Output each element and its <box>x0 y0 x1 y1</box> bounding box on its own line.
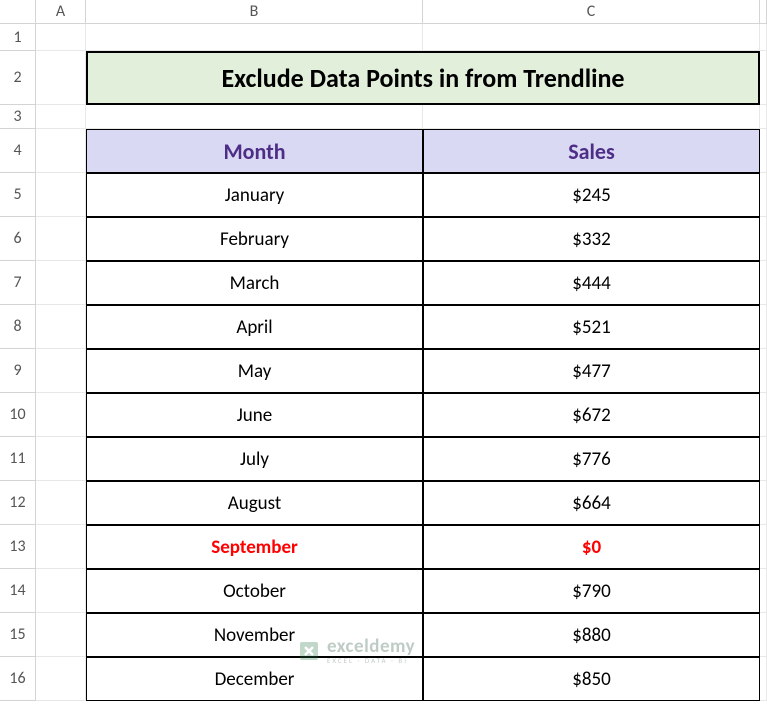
cell-d7[interactable] <box>760 261 767 305</box>
cell-d4[interactable] <box>760 129 767 173</box>
col-header-extra[interactable] <box>760 0 767 24</box>
cell-a3[interactable] <box>36 105 86 129</box>
cell-month-4[interactable]: May <box>86 349 423 393</box>
header-month[interactable]: Month <box>86 129 423 173</box>
cell-month-6[interactable]: July <box>86 437 423 481</box>
cell-sales-7[interactable]: $664 <box>423 481 760 525</box>
cell-d10[interactable] <box>760 393 767 437</box>
cell-a12[interactable] <box>36 481 86 525</box>
row-header-13[interactable]: 13 <box>0 525 36 569</box>
cell-d5[interactable] <box>760 173 767 217</box>
cell-d11[interactable] <box>760 437 767 481</box>
col-header-a[interactable]: A <box>36 0 86 24</box>
cell-sales-3[interactable]: $521 <box>423 305 760 349</box>
cell-month-1[interactable]: February <box>86 217 423 261</box>
title-cell[interactable]: Exclude Data Points in from Trendline <box>86 51 760 105</box>
cell-a8[interactable] <box>36 305 86 349</box>
cell-sales-6[interactable]: $776 <box>423 437 760 481</box>
cell-sales-5[interactable]: $672 <box>423 393 760 437</box>
row-header-16[interactable]: 16 <box>0 657 36 701</box>
cell-c1[interactable] <box>423 24 760 51</box>
cell-b1[interactable] <box>86 24 423 51</box>
row-header-1[interactable]: 1 <box>0 24 36 51</box>
row-header-4[interactable]: 4 <box>0 129 36 173</box>
cell-d8[interactable] <box>760 305 767 349</box>
cell-d15[interactable] <box>760 613 767 657</box>
cell-a16[interactable] <box>36 657 86 701</box>
row-header-14[interactable]: 14 <box>0 569 36 613</box>
cell-d6[interactable] <box>760 217 767 261</box>
row-header-2[interactable]: 2 <box>0 51 36 105</box>
cell-a6[interactable] <box>36 217 86 261</box>
cell-d14[interactable] <box>760 569 767 613</box>
cell-c3[interactable] <box>423 105 760 129</box>
cell-a7[interactable] <box>36 261 86 305</box>
cell-a4[interactable] <box>36 129 86 173</box>
cell-month-0[interactable]: January <box>86 173 423 217</box>
col-header-b[interactable]: B <box>86 0 423 24</box>
cell-a10[interactable] <box>36 393 86 437</box>
cell-d2[interactable] <box>760 51 767 105</box>
cell-d1[interactable] <box>760 24 767 51</box>
cell-sales-10[interactable]: $880 <box>423 613 760 657</box>
row-header-5[interactable]: 5 <box>0 173 36 217</box>
cell-month-2[interactable]: March <box>86 261 423 305</box>
cell-sales-8[interactable]: $0 <box>423 525 760 569</box>
cell-sales-2[interactable]: $444 <box>423 261 760 305</box>
cell-sales-1[interactable]: $332 <box>423 217 760 261</box>
cell-a2[interactable] <box>36 51 86 105</box>
cell-sales-9[interactable]: $790 <box>423 569 760 613</box>
header-sales[interactable]: Sales <box>423 129 760 173</box>
row-header-10[interactable]: 10 <box>0 393 36 437</box>
spreadsheet-grid: A B C 1 2 Exclude Data Points in from Tr… <box>0 0 767 701</box>
cell-sales-11[interactable]: $850 <box>423 657 760 701</box>
cell-b3[interactable] <box>86 105 423 129</box>
cell-month-3[interactable]: April <box>86 305 423 349</box>
cell-month-11[interactable]: December <box>86 657 423 701</box>
row-header-7[interactable]: 7 <box>0 261 36 305</box>
cell-a13[interactable] <box>36 525 86 569</box>
select-all-corner[interactable] <box>0 0 36 24</box>
row-header-11[interactable]: 11 <box>0 437 36 481</box>
cell-d16[interactable] <box>760 657 767 701</box>
cell-a5[interactable] <box>36 173 86 217</box>
cell-sales-4[interactable]: $477 <box>423 349 760 393</box>
row-header-9[interactable]: 9 <box>0 349 36 393</box>
row-header-6[interactable]: 6 <box>0 217 36 261</box>
cell-d9[interactable] <box>760 349 767 393</box>
cell-month-8[interactable]: September <box>86 525 423 569</box>
cell-a1[interactable] <box>36 24 86 51</box>
cell-d13[interactable] <box>760 525 767 569</box>
cell-a9[interactable] <box>36 349 86 393</box>
col-header-c[interactable]: C <box>423 0 760 24</box>
cell-d12[interactable] <box>760 481 767 525</box>
cell-month-5[interactable]: June <box>86 393 423 437</box>
cell-a11[interactable] <box>36 437 86 481</box>
cell-d3[interactable] <box>760 105 767 129</box>
cell-month-7[interactable]: August <box>86 481 423 525</box>
cell-month-10[interactable]: November <box>86 613 423 657</box>
row-header-15[interactable]: 15 <box>0 613 36 657</box>
cell-sales-0[interactable]: $245 <box>423 173 760 217</box>
cell-a15[interactable] <box>36 613 86 657</box>
row-header-3[interactable]: 3 <box>0 105 36 129</box>
row-header-8[interactable]: 8 <box>0 305 36 349</box>
cell-a14[interactable] <box>36 569 86 613</box>
cell-month-9[interactable]: October <box>86 569 423 613</box>
row-header-12[interactable]: 12 <box>0 481 36 525</box>
